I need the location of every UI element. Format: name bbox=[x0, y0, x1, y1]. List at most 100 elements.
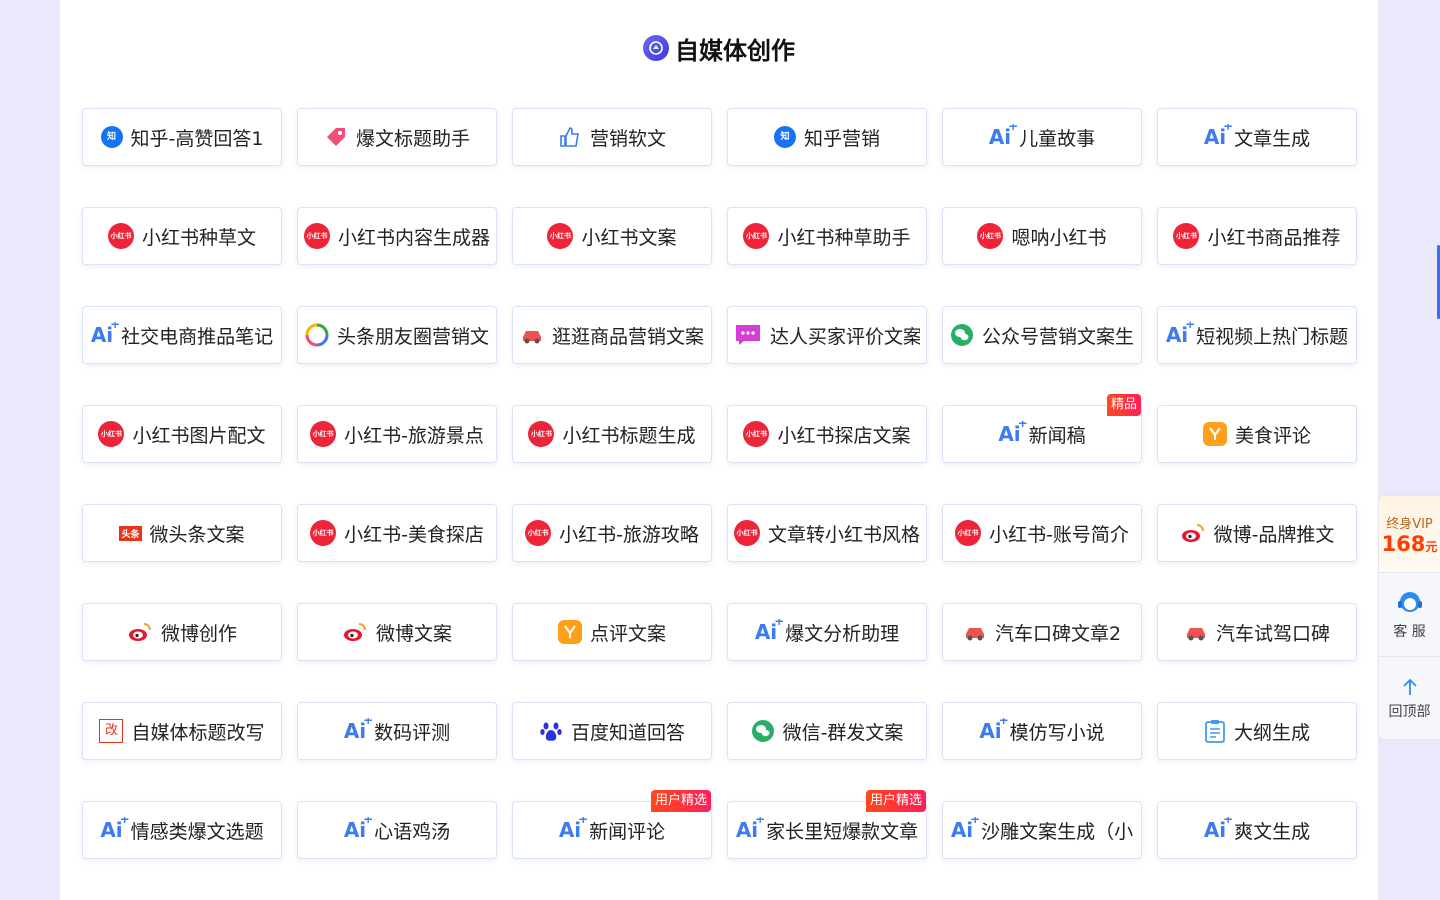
tool-card-label: 美食评论 bbox=[1234, 424, 1311, 447]
ai-icon: Ai + bbox=[100, 816, 130, 843]
tool-card[interactable]: Ai + 家长里短爆款文章 用户精选 bbox=[727, 790, 927, 859]
tool-card-label: 小红书商品推荐 bbox=[1207, 226, 1341, 249]
tool-card[interactable]: 营销软文 bbox=[512, 108, 712, 166]
tool-card[interactable]: 爆文标题助手 bbox=[297, 108, 497, 166]
tool-card-label: 家长里短爆款文章 bbox=[766, 820, 919, 843]
tool-card[interactable]: 知知乎营销 bbox=[727, 108, 927, 166]
xiaohongshu-icon: 小红书 bbox=[743, 421, 770, 447]
tag-icon bbox=[324, 125, 348, 149]
baidu-icon bbox=[539, 719, 563, 743]
back-to-top-label: 回顶部 bbox=[1388, 703, 1431, 720]
tool-card[interactable]: 逛逛商品营销文案 bbox=[512, 306, 712, 364]
tool-card[interactable]: 微博-品牌推文 bbox=[1157, 504, 1357, 562]
tool-card[interactable]: Ai + 文章生成 bbox=[1157, 108, 1357, 166]
tool-card[interactable]: 微博文案 bbox=[297, 603, 497, 661]
car-icon bbox=[963, 622, 987, 642]
tool-card[interactable]: 小红书 小红书-旅游景点 bbox=[297, 405, 497, 463]
tool-card[interactable]: 改自媒体标题改写 bbox=[82, 702, 282, 760]
tool-card-label: 小红书-旅游攻略 bbox=[559, 523, 699, 546]
tool-card[interactable]: 美食评论 bbox=[1157, 405, 1357, 463]
back-to-top-button[interactable]: 回顶部 bbox=[1379, 656, 1440, 740]
xiaohongshu-icon: 小红书 bbox=[98, 421, 125, 447]
ai-icon: Ai + bbox=[998, 420, 1028, 447]
tool-card[interactable]: 小红书 小红书商品推荐 bbox=[1157, 207, 1357, 265]
weibo-icon bbox=[1180, 522, 1206, 544]
section-title: 自媒体创作 bbox=[675, 36, 795, 65]
car-icon bbox=[520, 325, 544, 345]
xiaohongshu-icon: 小红书 bbox=[528, 421, 555, 447]
tool-card-label: 小红书-账号简介 bbox=[989, 523, 1129, 546]
tool-card[interactable]: 小红书 嗯呐小红书 bbox=[942, 207, 1142, 265]
tool-card[interactable]: Ai + 新闻稿 精品 bbox=[942, 394, 1142, 463]
tool-card[interactable]: 汽车试驾口碑 bbox=[1157, 603, 1357, 661]
tool-card-label: 大纲生成 bbox=[1233, 721, 1310, 744]
clipboard-icon bbox=[1204, 719, 1226, 743]
tool-card[interactable]: Ai + 情感类爆文选题 bbox=[82, 801, 282, 859]
tool-card[interactable]: 小红书 小红书种草文 bbox=[82, 207, 282, 265]
tool-card[interactable]: 汽车口碑文章2 bbox=[942, 603, 1142, 661]
content-panel: 自媒体创作 知知乎-高赞回答1 爆文标题助手 营销软文知知乎营销 Ai + 儿童故事 Ai +… bbox=[60, 0, 1378, 900]
tool-card[interactable]: 达人买家评价文案 bbox=[727, 306, 927, 364]
tool-card-label: 百度知道回答 bbox=[570, 721, 685, 744]
chat-icon bbox=[734, 323, 762, 347]
pinwheel-icon bbox=[305, 323, 329, 347]
tool-card[interactable]: 百度知道回答 bbox=[512, 702, 712, 760]
tool-card-label: 嗯呐小红书 bbox=[1011, 226, 1107, 249]
ai-icon: Ai + bbox=[979, 717, 1009, 744]
tool-card[interactable]: Ai + 新闻评论 用户精选 bbox=[512, 790, 712, 859]
tool-card[interactable]: 微博创作 bbox=[82, 603, 282, 661]
featured-badge: 用户精选 bbox=[650, 790, 711, 812]
tool-card[interactable]: 小红书 小红书内容生成器 bbox=[297, 207, 497, 265]
tool-card[interactable]: Ai + 短视频上热门标题 bbox=[1157, 306, 1357, 364]
tool-card[interactable]: Ai + 爽文生成 bbox=[1157, 801, 1357, 859]
ai-icon: Ai + bbox=[988, 123, 1019, 150]
tool-card[interactable]: Ai + 爆文分析助理 bbox=[727, 603, 927, 661]
toutiao-icon: 头条 bbox=[119, 525, 142, 541]
tool-grid: 知知乎-高赞回答1 爆文标题助手 营销软文知知乎营销 Ai + 儿童故事 Ai + 文章生成 小红… bbox=[82, 108, 1357, 859]
xiaohongshu-icon: 小红书 bbox=[1173, 223, 1200, 249]
tool-card[interactable]: Ai + 社交电商推品笔记 bbox=[82, 306, 282, 364]
tool-card[interactable]: 知知乎-高赞回答1 bbox=[82, 108, 282, 166]
xiaohongshu-icon: 小红书 bbox=[977, 223, 1004, 249]
tool-card-label: 儿童故事 bbox=[1019, 127, 1096, 150]
tool-card-label: 公众号营销文案生 bbox=[981, 325, 1134, 348]
customer-service-button[interactable]: 客 服 bbox=[1379, 572, 1440, 656]
tool-card-label: 营销软文 bbox=[589, 127, 666, 150]
tool-card[interactable]: 小红书 小红书标题生成 bbox=[512, 405, 712, 463]
tool-card[interactable]: Ai + 心语鸡汤 bbox=[297, 801, 497, 859]
tool-card[interactable]: 头条朋友圈营销文 bbox=[297, 306, 497, 364]
tool-card[interactable]: Ai + 沙雕文案生成（小 bbox=[942, 801, 1142, 859]
tool-card[interactable]: 公众号营销文案生 bbox=[942, 306, 1142, 364]
tool-card-label: 模仿写小说 bbox=[1009, 721, 1105, 744]
tool-card[interactable]: 小红书 小红书-美食探店 bbox=[297, 504, 497, 562]
tool-card[interactable]: 小红书 文章转小红书风格 bbox=[727, 504, 927, 562]
tool-card[interactable]: 小红书 小红书种草助手 bbox=[727, 207, 927, 265]
weibo-icon bbox=[127, 621, 153, 643]
tool-card-label: 微博创作 bbox=[160, 622, 237, 645]
tool-card[interactable]: 点评文案 bbox=[512, 603, 712, 661]
ai-icon: Ai + bbox=[1165, 321, 1196, 348]
tool-card[interactable]: 小红书 小红书-旅游攻略 bbox=[512, 504, 712, 562]
tool-card[interactable]: 头条 微头条文案 bbox=[82, 504, 282, 562]
wechat-icon bbox=[950, 323, 974, 347]
tool-card-label: 小红书标题生成 bbox=[562, 424, 696, 447]
tool-card[interactable]: 小红书 小红书-账号简介 bbox=[942, 504, 1142, 562]
section-logo-icon bbox=[643, 35, 669, 61]
vip-promo[interactable]: 终身VIP 168元 bbox=[1379, 496, 1440, 572]
xiaohongshu-icon: 小红书 bbox=[525, 520, 552, 546]
tool-card[interactable]: Ai + 儿童故事 bbox=[942, 108, 1142, 166]
tool-card[interactable]: 小红书 小红书探店文案 bbox=[727, 405, 927, 463]
tool-card[interactable]: 小红书 小红书文案 bbox=[512, 207, 712, 265]
tool-card[interactable]: Ai + 模仿写小说 bbox=[942, 702, 1142, 760]
tool-card-label: 小红书-美食探店 bbox=[344, 523, 484, 546]
tool-card[interactable]: 大纲生成 bbox=[1157, 702, 1357, 760]
tool-card[interactable]: 小红书 小红书图片配文 bbox=[82, 405, 282, 463]
headset-icon bbox=[1397, 591, 1422, 612]
tool-card-label: 知乎营销 bbox=[803, 127, 880, 150]
tool-card-label: 短视频上热门标题 bbox=[1196, 325, 1349, 348]
tool-card[interactable]: Ai + 数码评测 bbox=[297, 702, 497, 760]
tool-card-label: 数码评测 bbox=[374, 721, 451, 744]
tool-card-label: 小红书-旅游景点 bbox=[344, 424, 484, 447]
tool-card[interactable]: 微信-群发文案 bbox=[727, 702, 927, 760]
zhihu-icon: 知 bbox=[100, 126, 123, 148]
